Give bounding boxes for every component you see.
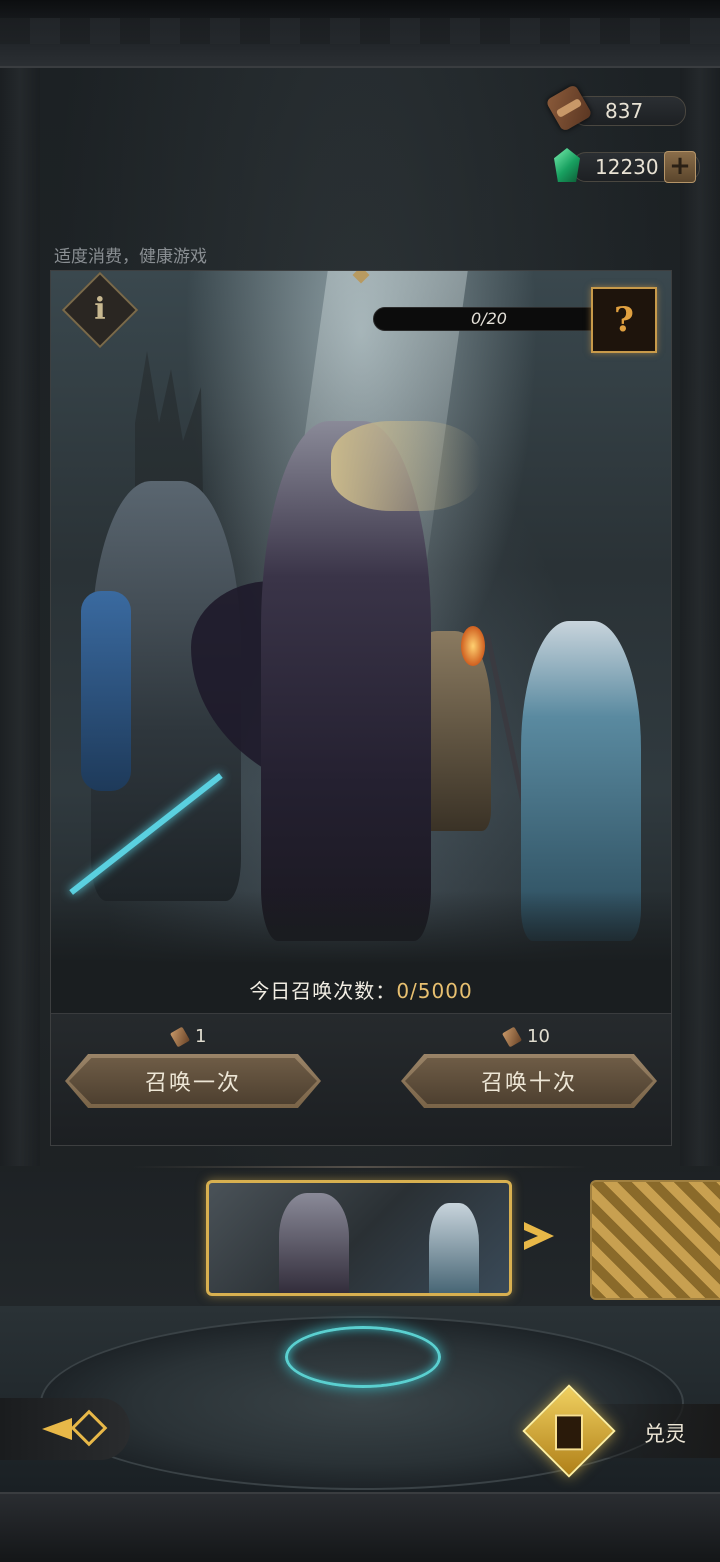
right-pillar [680,66,720,1166]
daily-summon-count: 0/5000 [396,979,473,1003]
back-arrow-icon [42,1418,72,1440]
torch-flame [461,626,485,666]
diamond-icon [70,1409,108,1447]
ten-cost-value: 10 [527,1026,550,1047]
gem-count: 12230 [595,155,659,179]
summon-once-label: 召唤一次 [144,1071,241,1096]
exchange-label[interactable]: 兑灵 [644,1418,686,1448]
next-arrow-icon[interactable] [524,1222,554,1250]
knight-cape [81,591,131,791]
bottom-frame [0,1492,720,1562]
card-icon [555,1414,583,1451]
single-cost-value: 1 [195,1026,207,1047]
pity-progress: 0/20 [373,307,605,331]
mystery-reward-button[interactable]: ? [591,287,657,353]
summon-once-button[interactable]: 召唤一次 [65,1054,321,1108]
single-summon-cost: 1 [169,1026,207,1047]
daily-summon-counter: 今日召唤次数：0/5000 [51,975,671,1004]
left-pillar [0,66,40,1166]
summon-banner: i 0/20 ? 今日召唤次数：0/5000 1 召唤一次 10 召唤十次 [50,270,672,1146]
scroll-icon [169,1026,191,1047]
daily-summon-label: 今日召唤次数： [249,979,397,1003]
top-frame [0,0,720,68]
elf-hair [331,421,481,511]
summon-panel: 1 召唤一次 10 召唤十次 [51,1013,671,1145]
question-mark-icon: ? [614,300,634,340]
banner-carousel [0,1172,720,1306]
strip-divider [130,1166,590,1168]
add-gem-button[interactable]: + [664,151,696,183]
banner-artwork [51,271,671,1013]
summon-ten-button[interactable]: 召唤十次 [401,1054,657,1108]
scroll-icon [501,1026,523,1047]
glowing-rune-circle [285,1326,441,1388]
ten-summon-cost: 10 [501,1026,550,1047]
info-icon: i [94,292,106,327]
health-notice: 适度消费，健康游戏 [54,247,207,267]
summon-ten-label: 召唤十次 [480,1071,577,1096]
back-button[interactable] [0,1398,130,1460]
banner-thumbnail-selected[interactable] [206,1180,512,1296]
banner-thumbnail-next[interactable] [590,1180,720,1300]
